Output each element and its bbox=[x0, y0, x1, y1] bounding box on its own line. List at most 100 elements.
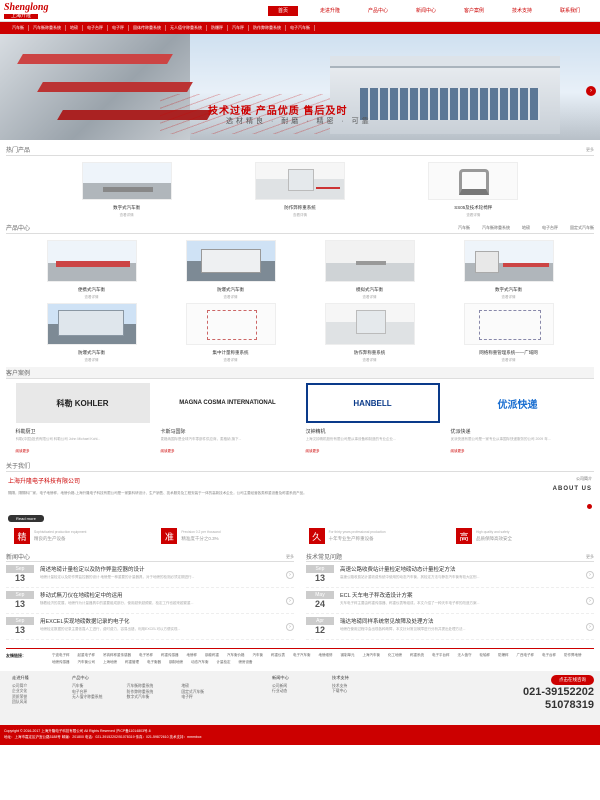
product-link[interactable]: 查看详情 bbox=[300, 295, 439, 300]
friend-link[interactable]: 化工地磅 bbox=[388, 653, 402, 658]
banner-next-arrow-icon[interactable]: › bbox=[586, 86, 596, 96]
category-link[interactable]: 电子秤 bbox=[108, 25, 129, 31]
tab-fixed-truck-scale[interactable]: 固定式汽车衡 bbox=[570, 225, 594, 231]
footer-link[interactable]: 团队风采 bbox=[12, 700, 72, 706]
news-headline[interactable]: 简述地磅计量检定以及防作弊监控器的设计 bbox=[40, 565, 286, 573]
product-card[interactable]: 模拟式汽车衡 查看详情 bbox=[300, 240, 439, 300]
faq-headline[interactable]: 瑞达地磅同样系统常见故障及处理方法 bbox=[340, 617, 586, 625]
product-card[interactable]: 数字式汽车衡 查看详情 bbox=[439, 240, 578, 300]
friend-link[interactable]: 电子衡器 bbox=[147, 660, 161, 665]
case-card[interactable]: 优派快递 优派快递 优派快递有限公司是一家专业从事国际快递服务的公司 2009 … bbox=[450, 383, 585, 454]
friend-link[interactable]: 称重传感器 bbox=[161, 653, 179, 658]
arrow-right-icon[interactable]: › bbox=[586, 596, 594, 605]
product-link[interactable]: 查看详情 bbox=[82, 213, 172, 218]
news-item[interactable]: Sep 13 移动式無刀仪在地磅检定中的运用 随着经济的发展，地磅作为计量器具中的重… bbox=[6, 588, 294, 614]
friend-link[interactable]: 动态汽车衡 bbox=[191, 660, 209, 665]
case-card[interactable]: HANBELL 汉钟精机 上海汉钟精机股份有限公司是从事设备和制造的专业企业..… bbox=[305, 383, 440, 454]
product-link[interactable]: 查看详情 bbox=[428, 213, 518, 218]
read-more-button[interactable]: Read more bbox=[8, 515, 44, 522]
more-link[interactable]: 更多 bbox=[286, 554, 294, 560]
friend-link[interactable]: 地磅秤 bbox=[187, 653, 198, 658]
friend-link[interactable]: 起重电子秤 bbox=[78, 653, 96, 658]
friend-link[interactable]: 电子吊秤 bbox=[139, 653, 153, 658]
arrow-right-icon[interactable]: › bbox=[586, 570, 594, 579]
friend-link[interactable]: 地磅维修 bbox=[319, 653, 333, 658]
case-more-link[interactable]: 阅读更多 bbox=[306, 449, 440, 454]
arrow-right-icon[interactable]: › bbox=[286, 570, 294, 579]
case-more-link[interactable]: 阅读更多 bbox=[161, 449, 295, 454]
category-link[interactable]: 地磅 bbox=[66, 25, 83, 31]
arrow-right-icon[interactable]: › bbox=[586, 622, 594, 631]
nav-about[interactable]: 走进升隆 bbox=[306, 6, 354, 16]
friend-link[interactable]: 称重管理 bbox=[125, 660, 139, 665]
category-link[interactable]: 汽车衡称重系统 bbox=[29, 25, 66, 31]
friend-link[interactable]: 电子平台秤 bbox=[432, 653, 450, 658]
friend-link[interactable]: 汽车衡价格 bbox=[227, 653, 245, 658]
category-link[interactable]: 防爆秤 bbox=[207, 25, 228, 31]
product-card[interactable]: 防爆式汽车衡 查看详情 bbox=[22, 303, 161, 363]
friend-link[interactable]: 电子台秤 bbox=[542, 653, 556, 658]
faq-item[interactable]: Apr 12 瑞达地磅同样系统常见故障及处理方法 地磅在使用过程中会出现各种故障，本… bbox=[306, 614, 594, 640]
friend-link[interactable]: 防爆秤 bbox=[498, 653, 509, 658]
faq-headline[interactable]: 高速公路收费站计量检定地磅动态计量检定方法 bbox=[340, 565, 586, 573]
category-link[interactable]: 无人值守称重系统 bbox=[166, 25, 207, 31]
news-item[interactable]: Sep 13 简述地磅计量检定以及防作弊监控器的设计 地磅计量检定以及防作弊监控器的… bbox=[6, 562, 294, 588]
slide-dot-icon[interactable] bbox=[587, 504, 592, 509]
category-link[interactable]: 电子汽车衡 bbox=[286, 25, 315, 31]
nav-contact[interactable]: 联系我们 bbox=[546, 6, 594, 16]
product-card[interactable]: 数字式汽车衡 查看详情 bbox=[81, 162, 172, 218]
product-card[interactable]: SS05及技术轮椅秤 查看详情 bbox=[428, 162, 519, 218]
product-link[interactable]: 查看详情 bbox=[255, 213, 345, 218]
product-card[interactable]: 防爆式汽车衡 查看详情 bbox=[161, 240, 300, 300]
friend-link[interactable]: 无人值守 bbox=[458, 653, 472, 658]
product-link[interactable]: 查看详情 bbox=[300, 358, 439, 363]
friend-link[interactable]: 上海汽车衡 bbox=[363, 653, 381, 658]
product-card[interactable]: 网络称重管理系统——广域网 查看详情 bbox=[439, 303, 578, 363]
friend-link[interactable]: 钢制地磅 bbox=[169, 660, 183, 665]
friend-link[interactable]: 广西电子秤 bbox=[517, 653, 535, 658]
case-card[interactable]: MAGNA COSMA INTERNATIONAL 卡斯马国际 麦格纳国际是全球… bbox=[160, 383, 295, 454]
nav-cases[interactable]: 客户案例 bbox=[450, 6, 498, 16]
faq-headline[interactable]: ECL 天车电子秤改造设计方案 bbox=[340, 591, 586, 599]
category-link[interactable]: 汽车秤 bbox=[228, 25, 249, 31]
faq-item[interactable]: Sep 13 高速公路收费站计量检定地磅动态计量检定方法 高速公路收费站计重收费系统… bbox=[306, 562, 594, 588]
product-link[interactable]: 查看详情 bbox=[439, 358, 578, 363]
product-link[interactable]: 查看详情 bbox=[439, 295, 578, 300]
friend-link[interactable]: 计量检定 bbox=[217, 660, 231, 665]
friend-link[interactable]: 防作弊地磅 bbox=[564, 653, 582, 658]
tab-truck-scale-system[interactable]: 汽车衡称重系统 bbox=[482, 225, 510, 231]
footer-link[interactable]: 行业动态 bbox=[272, 689, 332, 695]
friend-link[interactable]: 轮轴秤 bbox=[480, 653, 491, 658]
arrow-right-icon[interactable]: › bbox=[286, 622, 294, 631]
nav-home[interactable]: 首页 bbox=[268, 5, 298, 16]
friend-link[interactable]: 汽车衡公司 bbox=[78, 660, 96, 665]
friend-link[interactable]: 磅房设备 bbox=[239, 660, 253, 665]
tab-weighbridge[interactable]: 地磅 bbox=[522, 225, 530, 231]
nav-news[interactable]: 新闻中心 bbox=[402, 6, 450, 16]
friend-link[interactable]: 称重系统 bbox=[410, 653, 424, 658]
product-card[interactable]: 防作弊称重系统 查看详情 bbox=[254, 162, 345, 218]
friend-link[interactable]: 吊钩秤称重传感器 bbox=[103, 653, 131, 658]
category-link[interactable]: 防作弊称重系统 bbox=[249, 25, 286, 31]
friend-link[interactable]: 称重仪表 bbox=[271, 653, 285, 658]
case-more-link[interactable]: 阅读更多 bbox=[451, 449, 585, 454]
friend-link[interactable]: 钢制单元 bbox=[341, 653, 355, 658]
news-headline[interactable]: 移动式無刀仪在地磅检定中的运用 bbox=[40, 591, 286, 599]
online-consult-button[interactable]: 点击在线咨询 bbox=[551, 675, 594, 685]
footer-link[interactable]: 电子秤 bbox=[181, 695, 232, 701]
faq-item[interactable]: May 24 ECL 天车电子秤改造设计方案 天车电子秤主要由称重传感器、称重仪表等… bbox=[306, 588, 594, 614]
footer-link[interactable]: 无人值守称重系统 bbox=[72, 695, 123, 701]
news-item[interactable]: Sep 13 用EXCEL实现地磅数据记录的电子化 地磅检定数据的记录主要依靠人工进… bbox=[6, 614, 294, 640]
case-more-link[interactable]: 阅读更多 bbox=[16, 449, 150, 454]
nav-support[interactable]: 技术支持 bbox=[498, 6, 546, 16]
category-link[interactable]: 电子台秤 bbox=[83, 25, 108, 31]
hero-banner[interactable]: 技术过硬 产品优质 售后及时 选材精良 · 耐磨 · 精密 · 可靠 › bbox=[0, 34, 600, 140]
friend-link[interactable]: 上海地磅 bbox=[103, 660, 117, 665]
tab-platform-scale[interactable]: 电子台秤 bbox=[542, 225, 558, 231]
more-link[interactable]: 更多 bbox=[586, 147, 594, 153]
tab-truck-scale[interactable]: 汽车衡 bbox=[458, 225, 470, 231]
product-card[interactable]: 便携式汽车衡 查看详情 bbox=[22, 240, 161, 300]
case-card[interactable]: 科勒 KOHLER 科勒厨卫 科勒(中国)投资有限公司 科勒公司 John Mi… bbox=[15, 383, 150, 454]
product-link[interactable]: 查看详情 bbox=[161, 295, 300, 300]
category-link[interactable]: 汽车衡 bbox=[8, 25, 29, 31]
